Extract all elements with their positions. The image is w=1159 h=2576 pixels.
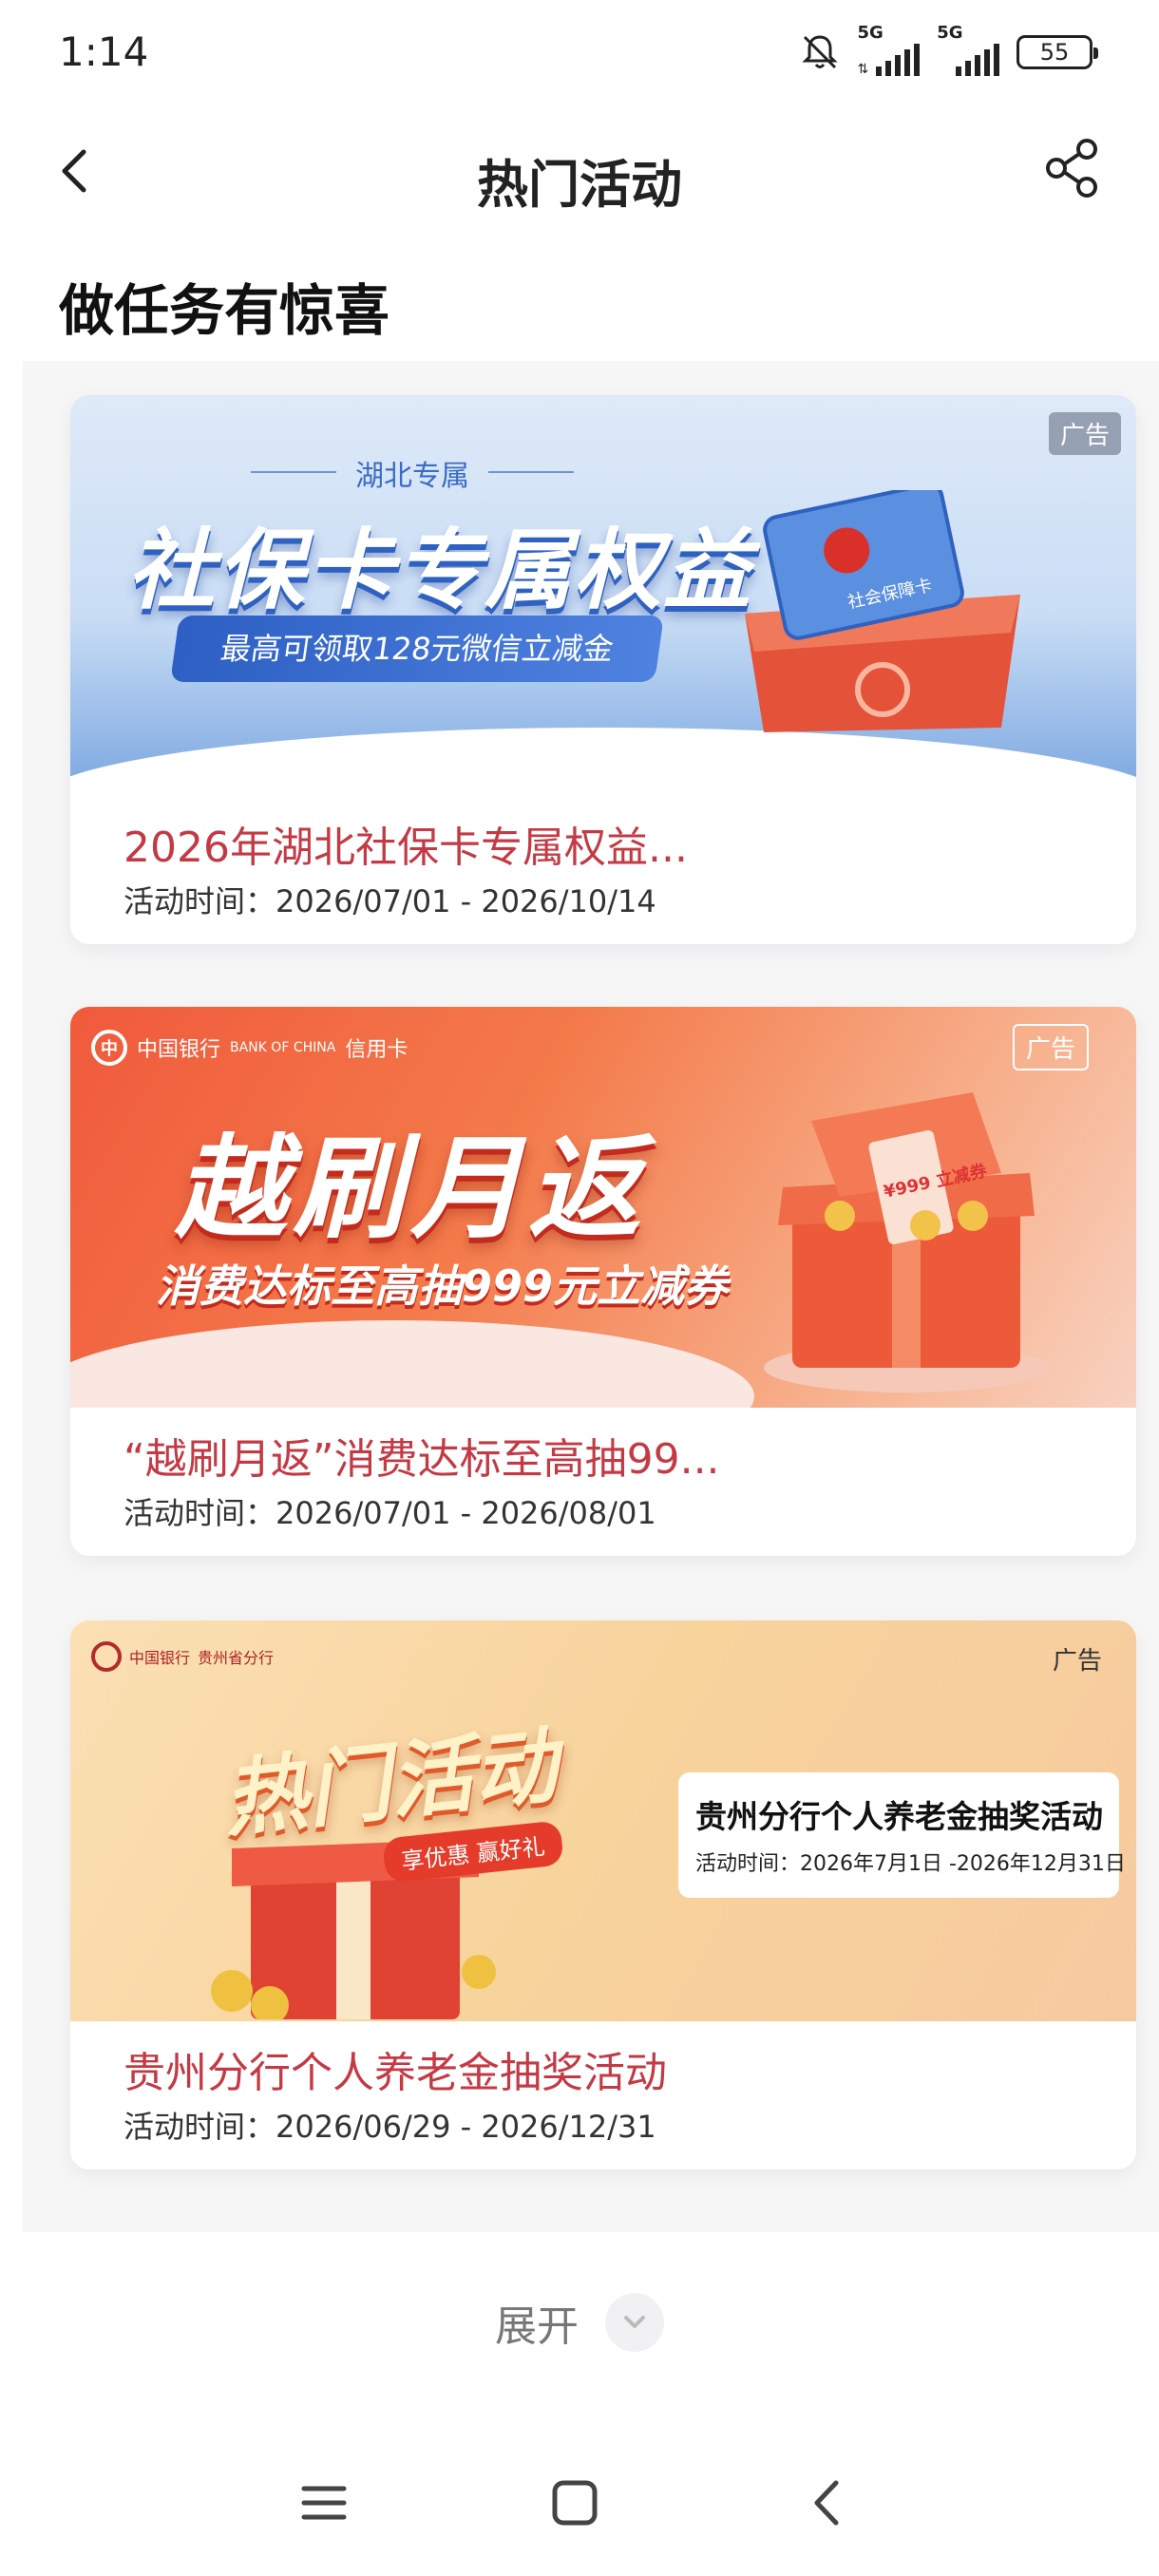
gift-box-illustration: 社会保障卡 xyxy=(745,490,1020,732)
bank-logo-icon xyxy=(91,1641,122,1672)
activity-card[interactable]: 湖北专属 社保卡专属权益 最高可领取128元微信立减金 社会保障卡 广告 202… xyxy=(70,395,1136,944)
card-title[interactable]: 贵州分行个人养老金抽奖活动 xyxy=(124,2038,667,2099)
ad-badge: 广告 xyxy=(1052,1647,1102,1676)
network-type-1: 5G xyxy=(857,23,884,43)
nav-bar: 热门活动 xyxy=(0,114,1159,228)
activity-card[interactable]: 中 中国银行 BANK OF CHINA 信用卡 越刷月返 消费达标至高抽999… xyxy=(70,1007,1136,1556)
ad-badge: 广告 xyxy=(1012,1024,1089,1070)
share-icon[interactable] xyxy=(1039,135,1106,201)
card-title[interactable]: 2026年湖北社保卡专属权益... xyxy=(124,813,688,874)
bank-logo-icon: 中 xyxy=(91,1030,127,1066)
menu-icon[interactable] xyxy=(291,2470,357,2536)
banner-wave xyxy=(70,728,1136,796)
banner-subtitle: 消费达标至高抽999元立减券 xyxy=(156,1260,729,1312)
battery-icon: 55 xyxy=(1016,35,1098,69)
card-banner-image[interactable]: 中国银行 贵州省分行 热门活动 享优惠 赢好礼 贵州分行个人养老金抽奖活动 活动… xyxy=(70,1620,1136,2021)
ad-badge: 广告 xyxy=(1048,412,1121,455)
banner-headline: 越刷月返 xyxy=(175,1123,647,1254)
card-date: 活动时间：2026/06/29 - 2026/12/31 xyxy=(124,2109,656,2145)
bank-logo-name: 中国银行 xyxy=(137,1038,221,1062)
card-banner-image[interactable]: 湖北专属 社保卡专属权益 最高可领取128元微信立减金 社会保障卡 广告 xyxy=(70,395,1136,796)
bank-logo-name: 中国银行 xyxy=(129,1649,191,1667)
status-bar: 1:14 5G ⇅ 5G ⇅ 55 xyxy=(0,0,1159,114)
gift-box-illustration: ¥999 立减券 xyxy=(764,1092,1049,1392)
back-nav-icon[interactable] xyxy=(794,2470,861,2536)
network-type-2: 5G xyxy=(937,23,963,43)
signal-icon-1: 5G ⇅ xyxy=(858,23,921,76)
banner-headline: 社保卡专属权益 xyxy=(127,520,753,621)
banner-info-date: 活动时间：2026年7月1日 -2026年12月31日 xyxy=(695,1852,1126,1876)
card-date: 活动时间：2026/07/01 - 2026/10/14 xyxy=(124,883,656,919)
bank-logo-en: BANK OF CHINA xyxy=(230,1040,336,1055)
home-icon[interactable] xyxy=(542,2470,608,2536)
card-banner-image[interactable]: 中 中国银行 BANK OF CHINA 信用卡 越刷月返 消费达标至高抽999… xyxy=(70,1007,1136,1408)
banner-pill: 最高可领取128元微信立减金 xyxy=(170,616,664,682)
banner-cloud xyxy=(70,1320,754,1408)
expand-button[interactable]: 展开 xyxy=(0,2280,1159,2365)
section-heading: 做任务有惊喜 xyxy=(59,278,390,343)
expand-label[interactable]: 展开 xyxy=(495,2292,579,2353)
status-time: 1:14 xyxy=(59,28,149,75)
bank-logo: 中国银行 贵州省分行 xyxy=(91,1641,274,1672)
bank-logo-sub: 信用卡 xyxy=(345,1038,408,1062)
signal-icon-2: 5G ⇅ xyxy=(937,23,999,76)
banner-info-title: 贵州分行个人养老金抽奖活动 xyxy=(695,1798,1103,1835)
system-nav-bar xyxy=(0,2451,1159,2565)
bell-muted-icon xyxy=(801,35,838,69)
battery-level: 55 xyxy=(1039,39,1070,66)
status-icons: 5G ⇅ 5G ⇅ 55 xyxy=(799,23,1098,76)
banner-subtitle: 湖北专属 xyxy=(251,452,574,494)
card-date: 活动时间：2026/07/01 - 2026/08/01 xyxy=(124,1495,656,1531)
activity-card[interactable]: 中国银行 贵州省分行 热门活动 享优惠 赢好礼 贵州分行个人养老金抽奖活动 活动… xyxy=(70,1620,1136,2169)
page-title: 热门活动 xyxy=(477,155,682,215)
card-title[interactable]: “越刷月返”消费达标至高抽99... xyxy=(124,1425,720,1486)
bank-logo-sub: 贵州省分行 xyxy=(198,1649,275,1667)
chevron-down-icon[interactable] xyxy=(605,2293,664,2352)
activity-list: 湖北专属 社保卡专属权益 最高可领取128元微信立减金 社会保障卡 广告 202… xyxy=(23,361,1159,2232)
bank-logo: 中 中国银行 BANK OF CHINA 信用卡 xyxy=(91,1030,408,1066)
banner-info-box: 贵州分行个人养老金抽奖活动 活动时间：2026年7月1日 -2026年12月31… xyxy=(678,1772,1126,1898)
